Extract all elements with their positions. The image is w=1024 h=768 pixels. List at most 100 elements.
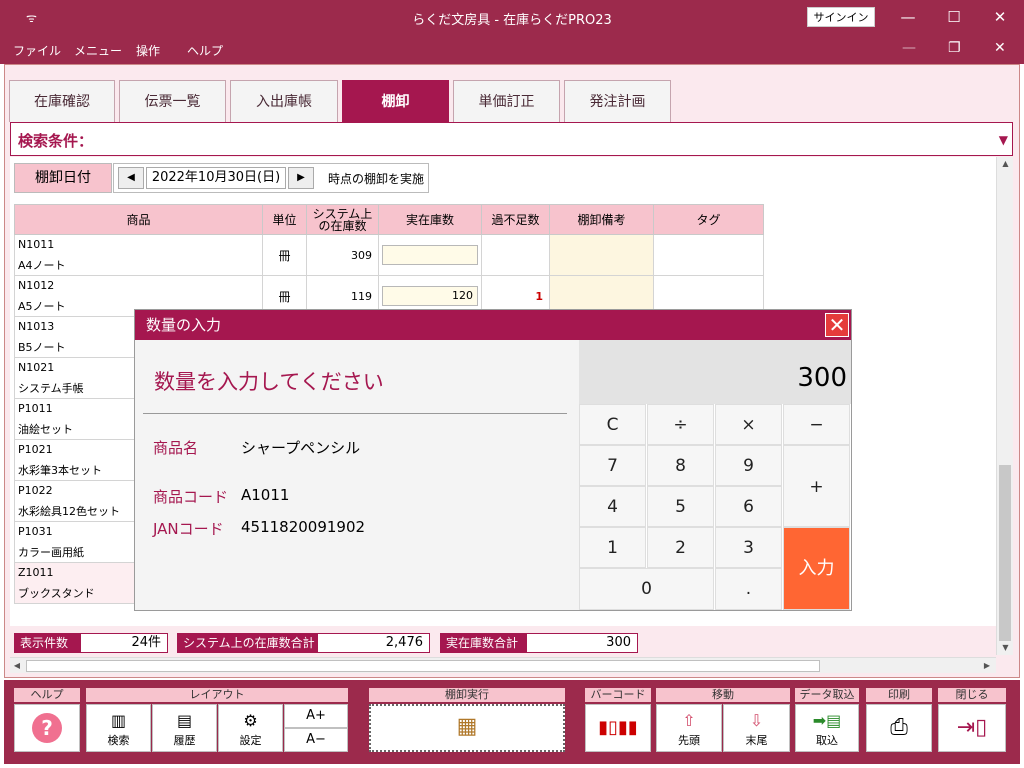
header-unit[interactable]: 単位: [262, 204, 307, 235]
search-conditions-bar[interactable]: 検索条件： ▼: [10, 122, 1013, 156]
layout-group-header: レイアウト: [86, 688, 348, 702]
actual-stock-input[interactable]: 120: [382, 286, 478, 306]
remark-cell[interactable]: [549, 234, 654, 276]
prev-date-button[interactable]: ◀: [118, 167, 144, 189]
header-tag[interactable]: タグ: [653, 204, 764, 235]
tab-inventory[interactable]: 棚卸: [342, 80, 449, 122]
key-3[interactable]: 3: [715, 527, 782, 568]
key-minus[interactable]: −: [783, 404, 850, 445]
toolbar-group-import: データ取込 ➡▤ 取込: [795, 688, 859, 753]
move-first-button[interactable]: ⇧ 先頭: [656, 704, 722, 752]
product-name: A4ノート: [18, 258, 66, 272]
product-code-value: A1011: [241, 486, 290, 504]
header-remark[interactable]: 棚卸備考: [549, 204, 654, 235]
scroll-down-icon[interactable]: ▼: [997, 641, 1014, 655]
tab-order-plan[interactable]: 発注計画: [564, 80, 671, 122]
quantity-input-dialog: 数量の入力 ✕ 数量を入力してください 商品名 シャープペンシル 商品コード A…: [134, 309, 852, 611]
table-row[interactable]: N1011 A4ノート 冊 309: [14, 234, 764, 276]
scroll-left-icon[interactable]: ◀: [10, 658, 24, 674]
menu-menu[interactable]: メニュー: [74, 42, 122, 59]
history-panel-icon: ▤: [176, 711, 193, 730]
scroll-right-icon[interactable]: ▶: [980, 658, 994, 674]
product-code-label: 商品コード: [153, 488, 229, 506]
horizontal-scroll-thumb[interactable]: [26, 660, 820, 672]
key-5[interactable]: 5: [647, 486, 714, 527]
minimize-button[interactable]: —: [896, 6, 920, 28]
key-9[interactable]: 9: [715, 445, 782, 486]
horizontal-scrollbar[interactable]: ◀ ▶: [10, 657, 996, 673]
chevron-down-icon[interactable]: ▼: [999, 133, 1008, 147]
date-field[interactable]: 2022年10月30日(日): [146, 167, 286, 189]
settings-button[interactable]: ⚙ 設定: [218, 704, 283, 752]
tab-in-out-ledger[interactable]: 入出庫帳: [230, 80, 338, 122]
dialog-close-button[interactable]: ✕: [825, 313, 849, 337]
import-label: 取込: [816, 734, 838, 747]
execute-inventory-button[interactable]: ▦: [369, 704, 565, 752]
header-actual-stock[interactable]: 実在庫数: [378, 204, 482, 235]
help-group-header: ヘルプ: [14, 688, 80, 702]
key-clear[interactable]: C: [579, 404, 646, 445]
search-layout-button[interactable]: ▥ 検索: [86, 704, 151, 752]
key-1[interactable]: 1: [579, 527, 646, 568]
dialog-prompt: 数量を入力してください: [154, 370, 384, 394]
header-diff[interactable]: 過不足数: [481, 204, 550, 235]
exit-door-icon: ⇥▯: [956, 715, 988, 740]
history-button[interactable]: ▤ 履歴: [152, 704, 217, 752]
unit-cell: 冊: [262, 234, 307, 276]
key-multiply[interactable]: ×: [715, 404, 782, 445]
search-conditions-label: 検索条件：: [18, 132, 94, 150]
actual-stock-input[interactable]: [382, 245, 478, 265]
search-layout-label: 検索: [107, 734, 130, 747]
key-0[interactable]: 0: [579, 568, 714, 610]
scroll-up-icon[interactable]: ▲: [997, 157, 1014, 171]
next-date-button[interactable]: ▶: [288, 167, 314, 189]
print-button[interactable]: ⎙: [866, 704, 932, 752]
help-icon: ?: [32, 713, 62, 743]
menu-help[interactable]: ヘルプ: [187, 42, 223, 59]
vertical-scroll-thumb[interactable]: [999, 465, 1011, 641]
key-7[interactable]: 7: [579, 445, 646, 486]
inventory-group-header: 棚卸実行: [369, 688, 565, 702]
maximize-button[interactable]: ☐: [942, 6, 966, 28]
settings-label: 設定: [239, 734, 262, 747]
import-button[interactable]: ➡▤ 取込: [795, 704, 859, 752]
tab-slip-list[interactable]: 伝票一覧: [119, 80, 226, 122]
menu-operation[interactable]: 操作: [136, 42, 160, 59]
close-screen-button[interactable]: ⇥▯: [938, 704, 1006, 752]
tab-price-correction[interactable]: 単価訂正: [453, 80, 560, 122]
font-increase-button[interactable]: A+: [284, 704, 348, 728]
mdi-close-button[interactable]: ✕: [994, 40, 1006, 56]
tab-stock-check[interactable]: 在庫確認: [9, 80, 115, 122]
toolbar-group-close: 閉じる ⇥▯: [938, 688, 1006, 753]
font-decrease-button[interactable]: A−: [284, 728, 348, 752]
help-button[interactable]: ?: [14, 704, 80, 752]
key-4[interactable]: 4: [579, 486, 646, 527]
product-cell[interactable]: N1011 A4ノート: [14, 234, 263, 276]
key-divide[interactable]: ÷: [647, 404, 714, 445]
menu-file[interactable]: ファイル: [13, 42, 61, 59]
barcode-group-header: バーコード: [585, 688, 651, 702]
key-enter[interactable]: 入力: [783, 527, 850, 610]
product-name-label: 商品名: [153, 439, 199, 457]
product-code: N1012: [18, 278, 55, 292]
barcode-button[interactable]: ▮▯▮▮: [585, 704, 651, 752]
key-8[interactable]: 8: [647, 445, 714, 486]
key-6[interactable]: 6: [715, 486, 782, 527]
move-last-button[interactable]: ⇩ 末尾: [723, 704, 790, 752]
key-dot[interactable]: .: [715, 568, 782, 610]
toolbar-group-move: 移動 ⇧ 先頭 ⇩ 末尾: [656, 688, 790, 753]
signin-button[interactable]: サインイン: [807, 7, 875, 27]
mdi-restore-button[interactable]: ❐: [948, 40, 961, 56]
vertical-scrollbar[interactable]: ▲ ▼: [996, 157, 1013, 655]
close-button[interactable]: ✕: [988, 6, 1012, 28]
header-system-stock[interactable]: システム上 の在庫数: [306, 204, 379, 235]
key-plus[interactable]: +: [783, 445, 850, 527]
system-total-label: システム上の在庫数合計: [177, 633, 317, 653]
tag-cell[interactable]: [653, 234, 764, 276]
product-code: N1011: [18, 237, 55, 251]
mdi-minimize-button[interactable]: —: [902, 40, 916, 56]
close-group-header: 閉じる: [938, 688, 1006, 702]
actual-stock-cell[interactable]: [378, 234, 482, 276]
header-product[interactable]: 商品: [14, 204, 263, 235]
key-2[interactable]: 2: [647, 527, 714, 568]
